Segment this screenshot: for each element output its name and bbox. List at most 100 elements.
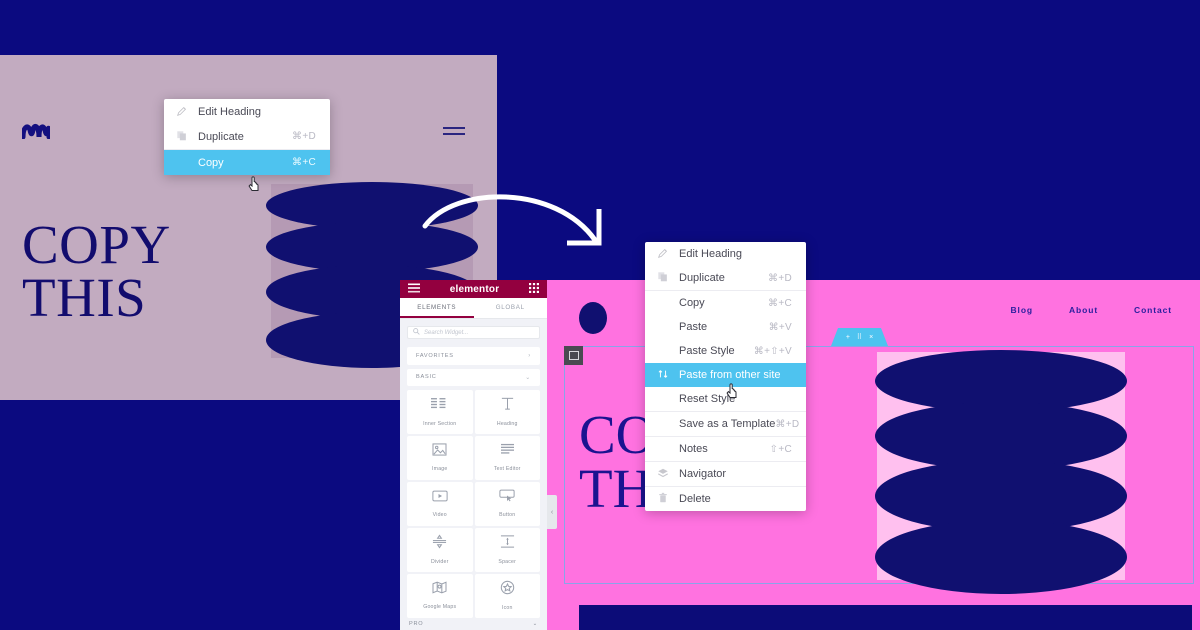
duplicate-icon: [657, 271, 673, 285]
widget-label-button: Button: [499, 512, 516, 519]
source-heading-line2: THIS: [22, 267, 147, 328]
widget-icon[interactable]: Icon: [474, 573, 540, 618]
ctx-target-item-paste-style[interactable]: Paste Style ⌘+⇧+V: [645, 339, 806, 363]
section-favorites-label: FAVORITES: [416, 353, 454, 360]
drag-section-handle[interactable]: ⠿: [857, 333, 862, 341]
ctx-source-label-duplicate: Duplicate: [198, 130, 244, 143]
ctx-source-group: Edit Heading Duplicate ⌘+D: [164, 99, 330, 150]
heading-icon: [500, 396, 515, 416]
elementor-brand: elementor: [449, 283, 500, 295]
widget-text-editor[interactable]: Text Editor: [474, 435, 540, 480]
delete-section-button[interactable]: ×: [869, 334, 873, 341]
panel-header: elementor: [400, 280, 547, 298]
ctx-target-item-paste[interactable]: Paste ⌘+V: [645, 315, 806, 339]
ctx-target-group: Notes ⇧+C: [645, 437, 806, 462]
star-icon: [500, 580, 515, 600]
ctx-target-label-save-as-a-template: Save as a Template: [679, 418, 776, 430]
hamburger-icon[interactable]: [408, 280, 420, 298]
ctx-target-item-notes[interactable]: Notes ⇧+C: [645, 437, 806, 461]
widget-inner-section[interactable]: Inner Section: [407, 389, 473, 434]
ctx-target-shortcut-paste-style: ⌘+⇧+V: [753, 345, 792, 357]
canvas-nav: Blog About Contact: [1011, 305, 1172, 315]
no-icon: [176, 156, 192, 170]
pencil-icon: [176, 105, 192, 119]
ctx-target-label-reset-style: Reset Style: [679, 393, 736, 405]
ctx-target-shortcut-save-as-a-template: ⌘+D: [775, 418, 800, 430]
source-heading: COPY THIS: [22, 217, 171, 328]
chevron-down-icon-pro: ⌄: [532, 620, 538, 627]
ctx-target-shortcut-notes: ⇧+C: [769, 443, 792, 455]
pencil-icon: [657, 247, 673, 261]
ctx-source-item-edit-heading[interactable]: Edit Heading: [164, 99, 330, 124]
ctx-target-item-copy[interactable]: Copy ⌘+C: [645, 291, 806, 315]
section-basic-label: BASIC: [416, 374, 437, 381]
chevron-down-icon: ⌄: [525, 374, 531, 381]
hero-graphic-target: [875, 350, 1127, 594]
ctx-target-label-paste: Paste: [679, 321, 708, 333]
ctx-target-item-delete[interactable]: Delete: [645, 487, 806, 511]
nav-link-blog[interactable]: Blog: [1011, 305, 1033, 315]
ctx-target-label-navigator: Navigator: [679, 468, 727, 480]
grid-apps-icon[interactable]: [529, 280, 539, 298]
widget-spacer[interactable]: Spacer: [474, 527, 540, 572]
ctx-target-item-edit-heading[interactable]: Edit Heading: [645, 242, 806, 266]
tab-global[interactable]: GLOBAL: [474, 298, 548, 318]
ctx-target-group: Edit Heading Duplicate ⌘+D: [645, 242, 806, 291]
elementor-widget-panel: elementor ELEMENTS GLOBAL Search Widget.…: [400, 280, 547, 630]
element-handle[interactable]: [564, 346, 583, 365]
panel-tabs: ELEMENTS GLOBAL: [400, 298, 547, 319]
inner-section-icon: [431, 397, 448, 416]
section-toolbar[interactable]: + ⠿ ×: [831, 328, 888, 346]
ctx-source-label-copy: Copy: [198, 156, 224, 169]
section-favorites[interactable]: FAVORITES ›: [407, 347, 540, 365]
ctx-source-item-duplicate[interactable]: Duplicate ⌘+D: [164, 124, 330, 149]
add-section-button[interactable]: +: [846, 334, 850, 341]
ctx-target-label-duplicate: Duplicate: [679, 272, 725, 284]
ctx-target-shortcut-duplicate: ⌘+D: [768, 272, 792, 284]
widget-label-inner-section: Inner Section: [423, 420, 457, 427]
ctx-target-label-edit-heading: Edit Heading: [679, 248, 742, 260]
widget-label-image: Image: [432, 466, 448, 473]
context-menu-target[interactable]: Edit Heading Duplicate ⌘+D Copy ⌘+C Paste ⌘+V P…: [645, 242, 806, 511]
widget-divider[interactable]: Divider: [407, 527, 473, 572]
ctx-target-item-paste-from-other-site[interactable]: Paste from other site: [645, 363, 806, 387]
widget-label-text-editor: Text Editor: [493, 466, 521, 473]
image-icon: [432, 443, 447, 461]
panel-collapse-button[interactable]: ‹: [547, 495, 557, 529]
canvas-navy-block: [579, 605, 1192, 630]
ctx-target-item-duplicate[interactable]: Duplicate ⌘+D: [645, 266, 806, 290]
widget-label-google-maps: Google Maps: [423, 604, 457, 611]
nav-link-about[interactable]: About: [1069, 305, 1098, 315]
search-icon: [413, 328, 420, 337]
chevron-right-icon: ›: [528, 353, 531, 360]
tab-elements[interactable]: ELEMENTS: [400, 298, 474, 318]
section-basic[interactable]: BASIC ⌄: [407, 368, 540, 386]
ctx-target-item-reset-style[interactable]: Reset Style: [645, 387, 806, 411]
widget-video[interactable]: Video: [407, 481, 473, 526]
ctx-source-group: Copy ⌘+C: [164, 150, 330, 175]
widget-image[interactable]: Image: [407, 435, 473, 480]
ctx-source-shortcut-duplicate: ⌘+D: [292, 131, 316, 142]
nav-link-contact[interactable]: Contact: [1134, 305, 1172, 315]
canvas-heading: CO TH: [579, 407, 655, 516]
ctx-target-label-delete: Delete: [679, 493, 711, 505]
ctx-source-item-copy[interactable]: Copy ⌘+C: [164, 150, 330, 175]
ctx-target-group: Save as a Template ⌘+D: [645, 412, 806, 437]
context-menu-source[interactable]: Edit Heading Duplicate ⌘+D Copy ⌘+C: [164, 99, 330, 175]
ctx-target-item-save-as-a-template[interactable]: Save as a Template ⌘+D: [645, 412, 806, 436]
search-widget-input[interactable]: Search Widget...: [407, 326, 540, 340]
flow-arrow: [395, 178, 635, 273]
text-editor-icon: [500, 443, 515, 461]
ctx-source-label-edit-heading: Edit Heading: [198, 105, 261, 118]
widget-google-maps[interactable]: Google Maps: [407, 573, 473, 618]
section-pro[interactable]: PRO ⌄: [400, 618, 547, 630]
ctx-target-label-copy: Copy: [679, 297, 705, 309]
hamburger-menu[interactable]: [443, 127, 465, 137]
ctx-target-label-paste-style: Paste Style: [679, 345, 735, 357]
widget-heading[interactable]: Heading: [474, 389, 540, 434]
ctx-target-item-navigator[interactable]: Navigator: [645, 462, 806, 486]
widget-label-divider: Divider: [430, 559, 449, 566]
ctx-source-shortcut-copy: ⌘+C: [292, 157, 316, 168]
duplicate-icon: [176, 130, 192, 144]
widget-button[interactable]: Button: [474, 481, 540, 526]
